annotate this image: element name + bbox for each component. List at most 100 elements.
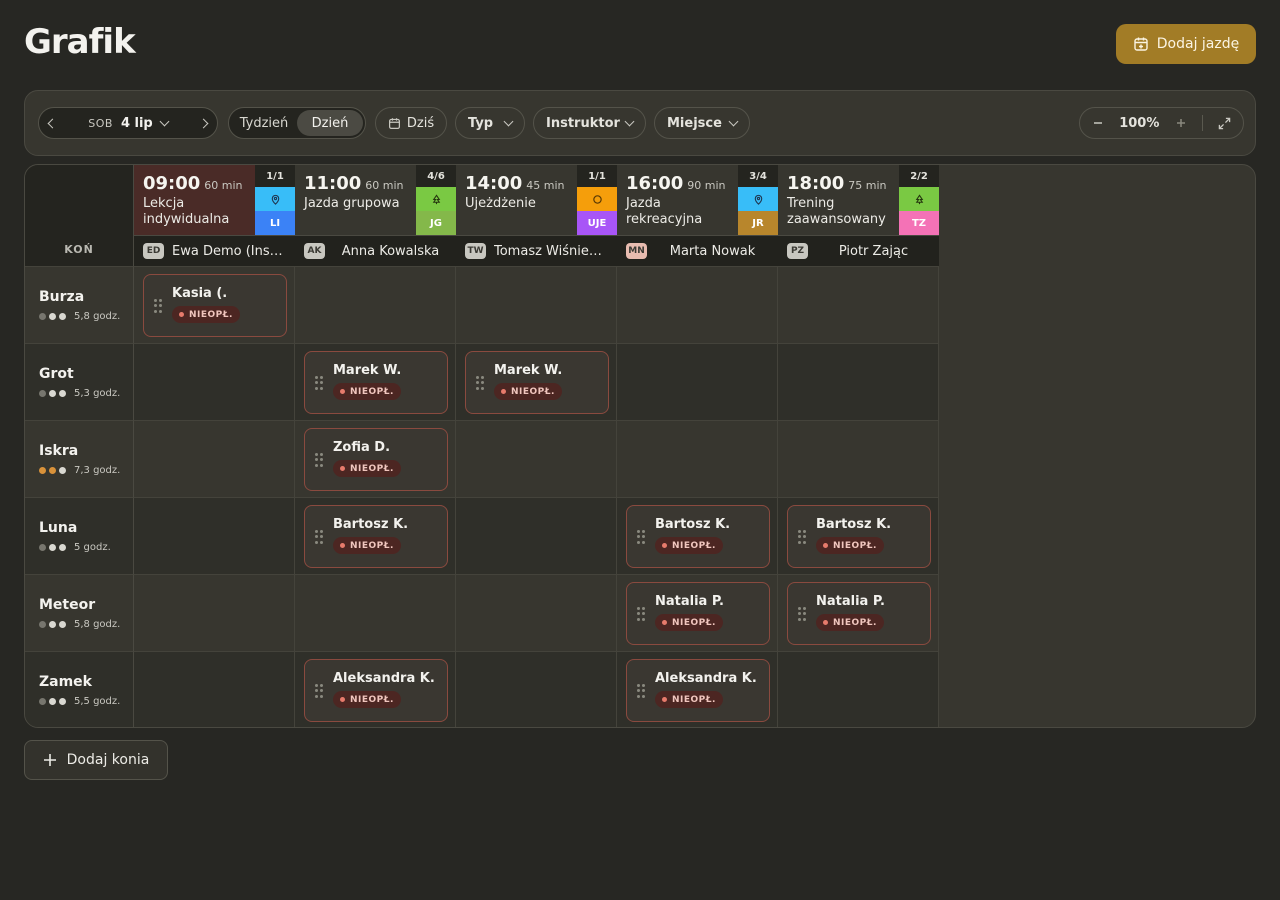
slot-header[interactable]: 09:00 60 min Lekcja indywidualna 1/1 LI ED Ewa…	[134, 165, 295, 266]
slot-instructor[interactable]: ED Ewa Demo (Instr…	[134, 235, 295, 266]
avatar: ED	[143, 243, 164, 259]
instructor-name: Marta Nowak	[669, 243, 756, 259]
filter-place-dropdown[interactable]: Miejsce	[654, 107, 750, 139]
schedule-cell[interactable]	[134, 574, 295, 651]
horse-row-header[interactable]: Burza 5,8 godz.	[25, 266, 134, 343]
horse-hours: 5,3 godz.	[74, 388, 121, 399]
drag-handle-icon[interactable]	[154, 299, 162, 313]
weekday-label: SOB	[88, 116, 113, 130]
schedule-cell[interactable]	[778, 420, 939, 497]
slot-header[interactable]: 16:00 90 min Jazda rekreacyjna 3/4 JR MN Marta…	[617, 165, 778, 266]
rider-name: Bartosz K.	[816, 517, 892, 532]
schedule-cell[interactable]	[456, 266, 617, 343]
booking-card[interactable]: Natalia P. NIEOPŁ.	[787, 582, 931, 645]
avatar: TW	[465, 243, 486, 259]
add-horse-button[interactable]: Dodaj konia	[24, 740, 168, 780]
horse-row-header[interactable]: Grot 5,3 godz.	[25, 343, 134, 420]
filter-instructor-dropdown[interactable]: Instruktor	[533, 107, 646, 139]
zoom-in-icon[interactable]	[1175, 117, 1187, 129]
rider-name: Bartosz K.	[333, 517, 409, 532]
schedule-cell[interactable]	[456, 420, 617, 497]
schedule-cell[interactable]	[295, 266, 456, 343]
horse-row-header[interactable]: Meteor 5,8 godz.	[25, 574, 134, 651]
prev-day-icon[interactable]	[47, 118, 58, 128]
booking-card[interactable]: Zofia D. NIEOPŁ.	[304, 428, 448, 491]
slot-time: 09:00 60 min	[143, 173, 255, 194]
filter-place-label: Miejsce	[667, 115, 722, 131]
horse-workload: 5 godz.	[39, 542, 133, 553]
date-picker[interactable]: SOB 4 lip	[88, 116, 170, 131]
add-horse-label: Dodaj konia	[66, 752, 150, 768]
booking-card[interactable]: Bartosz K. NIEOPŁ.	[304, 505, 448, 568]
booking-card[interactable]: Kasia (. NIEOPŁ.	[143, 274, 287, 337]
chevron-down-icon	[624, 116, 635, 126]
drag-handle-icon[interactable]	[315, 453, 323, 467]
slot-duration: 90 min	[687, 179, 726, 192]
horse-hours: 7,3 godz.	[74, 465, 121, 476]
slot-time-label: 09:00	[143, 173, 201, 194]
slot-instructor[interactable]: MN Marta Nowak	[617, 235, 778, 266]
payment-status-badge: NIEOPŁ.	[816, 614, 884, 631]
drag-handle-icon[interactable]	[798, 530, 806, 544]
schedule-cell[interactable]	[778, 343, 939, 420]
booking-card[interactable]: Aleksandra K. NIEOPŁ.	[304, 659, 448, 722]
drag-handle-icon[interactable]	[315, 684, 323, 698]
schedule-cell[interactable]	[456, 651, 617, 727]
schedule-cell[interactable]	[456, 574, 617, 651]
drag-handle-icon[interactable]	[637, 684, 645, 698]
pin-icon	[255, 187, 295, 211]
view-week-option[interactable]: Tydzień	[231, 110, 297, 136]
slot-instructor[interactable]: PZ Piotr Zając	[778, 235, 939, 266]
drag-handle-icon[interactable]	[315, 530, 323, 544]
schedule-cell[interactable]	[617, 266, 778, 343]
view-day-option[interactable]: Dzień	[297, 110, 363, 136]
workload-dot	[39, 390, 46, 397]
booking-card[interactable]: Marek W. NIEOPŁ.	[304, 351, 448, 414]
next-day-icon[interactable]	[198, 118, 209, 128]
slot-instructor[interactable]: AK Anna Kowalska	[295, 235, 456, 266]
payment-status-badge: NIEOPŁ.	[655, 537, 723, 554]
schedule-cell[interactable]	[456, 497, 617, 574]
schedule-cell[interactable]	[778, 266, 939, 343]
horse-row-header[interactable]: Iskra 7,3 godz.	[25, 420, 134, 497]
fullscreen-icon[interactable]	[1218, 117, 1231, 130]
booking-card[interactable]: Bartosz K. NIEOPŁ.	[787, 505, 931, 568]
drag-handle-icon[interactable]	[637, 607, 645, 621]
slot-header[interactable]: 14:00 45 min Ujeżdżenie 1/1 UJE TW Tomasz Wiśn…	[456, 165, 617, 266]
slot-header[interactable]: 11:00 60 min Jazda grupowa 4/6 JG AK Anna Kowa…	[295, 165, 456, 266]
slot-capacity: 3/4	[749, 170, 767, 182]
today-button[interactable]: Dziś	[375, 107, 447, 139]
schedule-cell[interactable]	[295, 574, 456, 651]
page-title: Grafik	[24, 22, 136, 62]
booking-card[interactable]: Bartosz K. NIEOPŁ.	[626, 505, 770, 568]
slot-time: 16:00 90 min	[626, 173, 738, 194]
booking-card[interactable]: Natalia P. NIEOPŁ.	[626, 582, 770, 645]
slot-type-code: TZ	[899, 211, 939, 235]
payment-status-label: NIEOPŁ.	[672, 540, 716, 551]
slot-header[interactable]: 18:00 75 min Trening zaawansowany 2/2 TZ PZ Pi…	[778, 165, 939, 266]
drag-handle-icon[interactable]	[637, 530, 645, 544]
schedule-cell[interactable]	[134, 497, 295, 574]
workload-dot	[49, 544, 56, 551]
schedule-cell[interactable]	[617, 343, 778, 420]
schedule-cell[interactable]	[778, 651, 939, 727]
drag-handle-icon[interactable]	[315, 376, 323, 390]
add-ride-button[interactable]: Dodaj jazdę	[1116, 24, 1256, 64]
slot-title-area: 11:00 60 min Jazda grupowa	[295, 165, 416, 235]
booking-card[interactable]: Marek W. NIEOPŁ.	[465, 351, 609, 414]
drag-handle-icon[interactable]	[798, 607, 806, 621]
booking-card[interactable]: Aleksandra K. NIEOPŁ.	[626, 659, 770, 722]
schedule-cell[interactable]	[134, 651, 295, 727]
horse-row-header[interactable]: Luna 5 godz.	[25, 497, 134, 574]
filter-type-dropdown[interactable]: Typ	[455, 107, 525, 139]
slot-instructor[interactable]: TW Tomasz Wiśniew…	[456, 235, 617, 266]
horse-row-header[interactable]: Zamek 5,5 godz.	[25, 651, 134, 727]
calendar-icon	[388, 117, 400, 129]
schedule-cell[interactable]	[134, 343, 295, 420]
schedule-cell[interactable]	[617, 420, 778, 497]
drag-handle-icon[interactable]	[476, 376, 484, 390]
zoom-out-icon[interactable]	[1092, 117, 1104, 129]
schedule-cell[interactable]	[134, 420, 295, 497]
calendar-plus-icon	[1134, 37, 1148, 51]
workload-dot	[49, 698, 56, 705]
